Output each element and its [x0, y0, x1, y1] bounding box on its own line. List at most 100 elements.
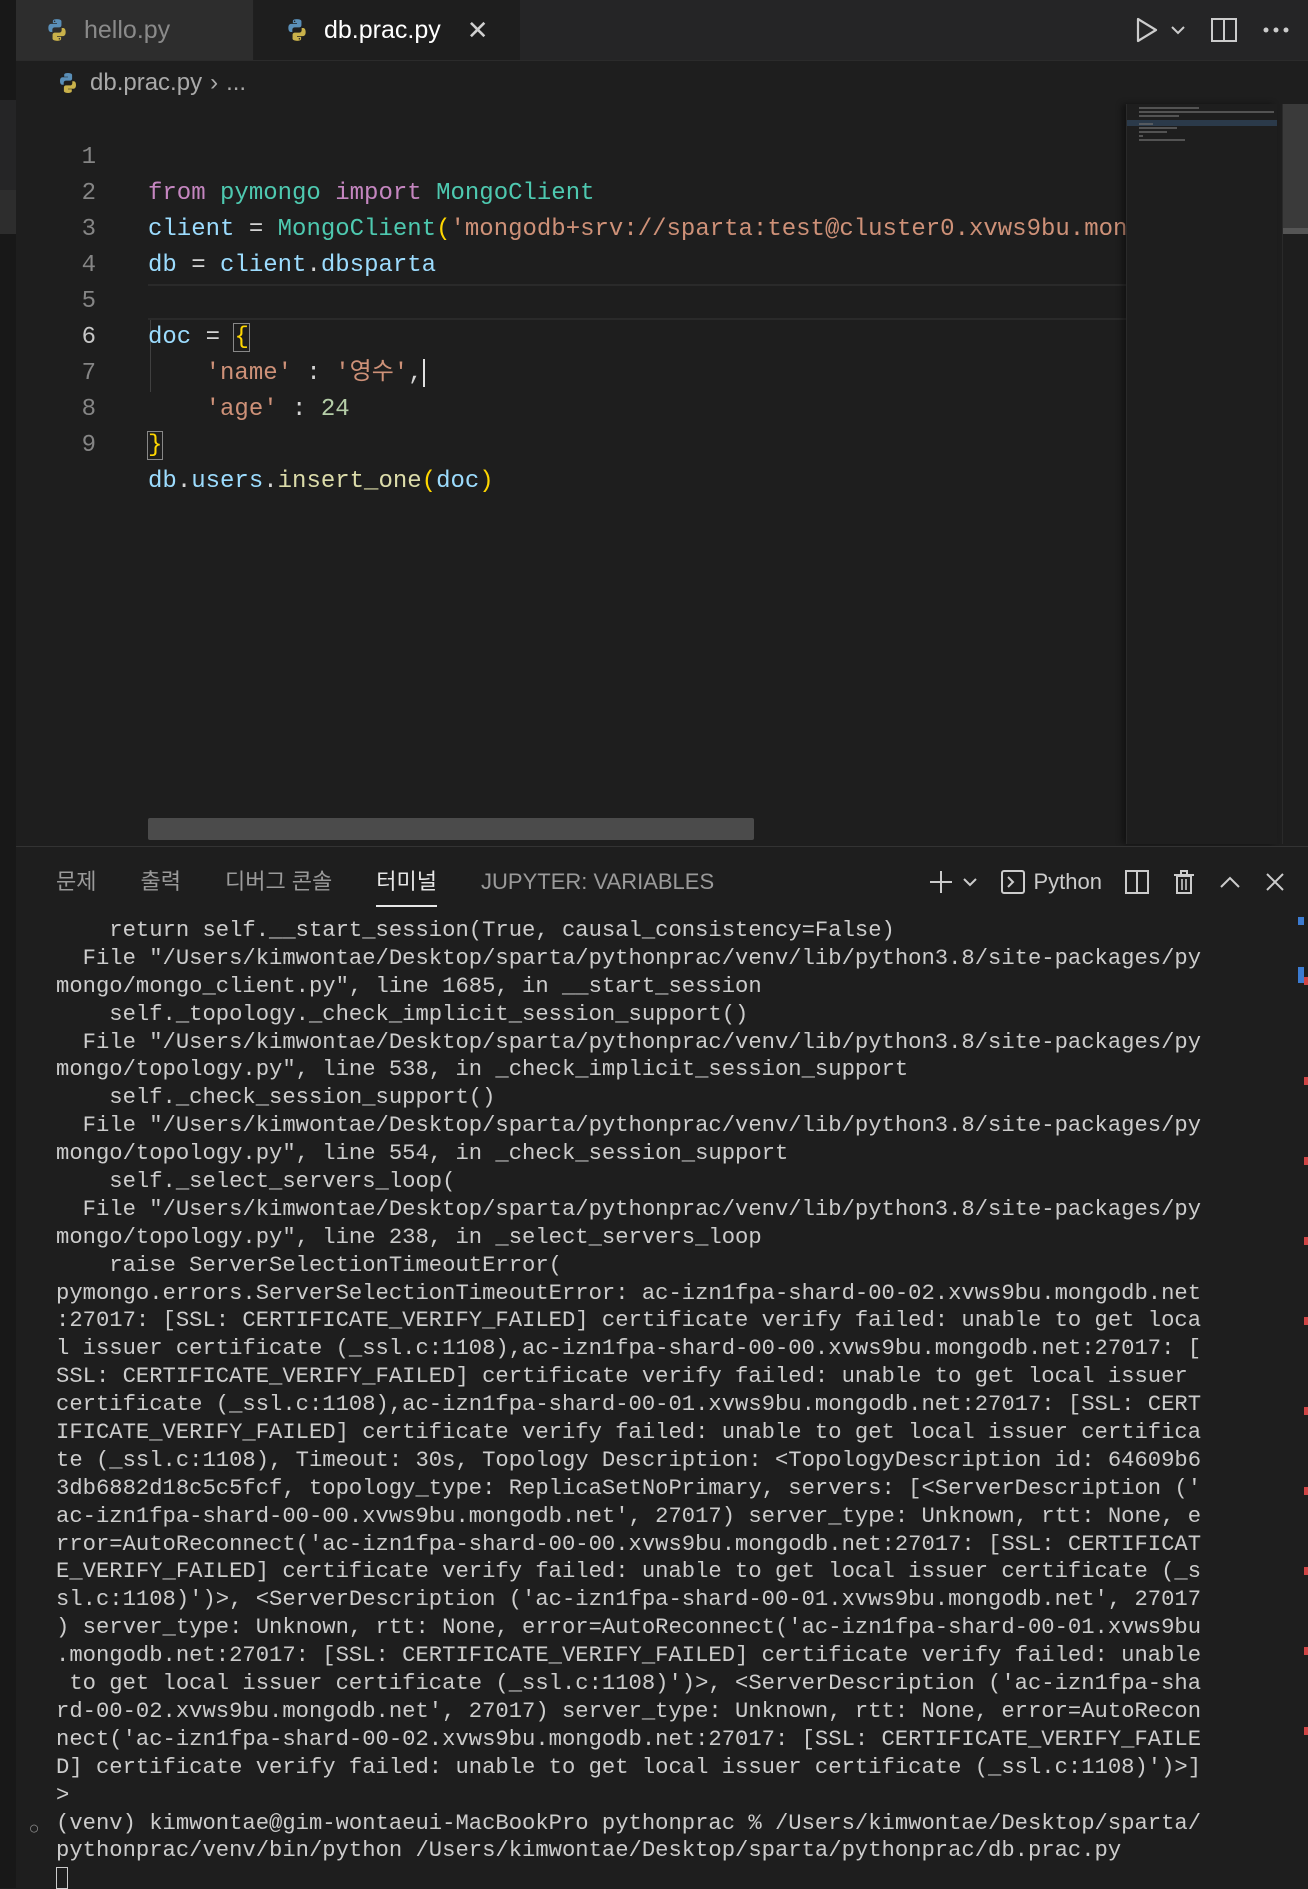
- code-line: 1 from pymongo import MongoClient: [16, 104, 1126, 207]
- scrollbar-marker: [1304, 1727, 1308, 1735]
- code-text: }: [146, 431, 164, 460]
- terminal-line: self._select_servers_loop(: [56, 1169, 456, 1195]
- minimap[interactable]: [1126, 104, 1277, 844]
- new-terminal-button[interactable]: [928, 869, 978, 895]
- more-actions-icon[interactable]: [1262, 25, 1290, 35]
- scrollbar-marker: [1304, 1407, 1308, 1415]
- terminal-cursor: [56, 1867, 68, 1889]
- activity-bar-edge: [0, 0, 16, 1888]
- terminal-line: File "/Users/kimwontae/Desktop/sparta/py…: [56, 1113, 1202, 1139]
- terminal-icon: [1000, 870, 1025, 894]
- terminal-line: ac-izn1fpa-shard-00-00.xvws9bu.mongodb.n…: [56, 1503, 1202, 1529]
- scrollbar-marker: [1304, 977, 1308, 985]
- terminal-profile-label: Python: [1033, 869, 1103, 894]
- terminal-line: E_VERIFY_FAILED] certificate verify fail…: [56, 1559, 1202, 1585]
- code-line: 6 'name' : '영수',: [16, 284, 1126, 387]
- terminal-line: return self.__start_session(True, causal…: [56, 918, 895, 943]
- tab-debug-console[interactable]: 디버그 콘솔: [225, 857, 332, 907]
- tab-jupyter-variables[interactable]: JUPYTER: VARIABLES: [481, 857, 714, 907]
- code-text: db.users.insert_one(doc): [148, 468, 494, 495]
- minimap-line: [1139, 139, 1185, 141]
- python-icon: [48, 19, 66, 41]
- terminal-line: [56, 1865, 1282, 1889]
- terminal-line: (venv) kimwontae@gim-wontaeui-MacBookPro…: [56, 1810, 1202, 1836]
- terminal-line: certificate (_ssl.c:1108),ac-izn1fpa-sha…: [56, 1392, 1202, 1418]
- tab-terminal[interactable]: 터미널: [376, 857, 437, 907]
- code-line: 7 'age' : 24: [16, 320, 1126, 423]
- command-decoration-icon: ○: [28, 1818, 40, 1838]
- terminal-line: D] certificate verify failed: unable to …: [56, 1754, 1202, 1780]
- minimap-line: [1139, 115, 1179, 117]
- minimap-line: [1139, 135, 1143, 137]
- terminal-line: .mongodb.net:27017: [SSL: CERTIFICATE_VE…: [56, 1643, 1202, 1669]
- terminal-line: mongo/topology.py", line 238, in _select…: [56, 1224, 762, 1250]
- terminal-line: self._check_session_support(): [56, 1085, 496, 1111]
- terminal-line: raise ServerSelectionTimeoutError(: [56, 1252, 562, 1278]
- terminal-line: >: [56, 1782, 70, 1808]
- terminal-line: ) server_type: Unknown, rtt: None, error…: [56, 1615, 1202, 1641]
- terminal-line: mongo/topology.py", line 554, in _check_…: [56, 1141, 789, 1167]
- close-icon[interactable]: [1264, 871, 1286, 893]
- breadcrumb-file[interactable]: db.prac.py: [90, 69, 202, 97]
- terminal-line: pymongo.errors.ServerSelectionTimeoutErr…: [56, 1280, 1202, 1306]
- scrollbar-marker: [1304, 1237, 1308, 1245]
- tab-db-prac-py[interactable]: db.prac.py ✕: [254, 0, 520, 60]
- tab-problems[interactable]: 문제: [56, 857, 96, 907]
- scrollbar-marker: [1298, 917, 1304, 925]
- code-editor[interactable]: 1 from pymongo import MongoClient 2 clie…: [16, 104, 1126, 844]
- scrollbar-marker: [1304, 1487, 1308, 1495]
- trash-icon[interactable]: [1172, 869, 1196, 895]
- minimap-line: [1139, 107, 1199, 109]
- breadcrumb-more[interactable]: ...: [226, 69, 246, 97]
- tab-output[interactable]: 출력: [140, 857, 180, 907]
- terminal-line: l issuer certificate (_ssl.c:1108),ac-iz…: [56, 1336, 1202, 1362]
- python-icon: [288, 19, 306, 41]
- horizontal-scrollbar[interactable]: [148, 818, 754, 840]
- chevron-down-icon[interactable]: [1170, 24, 1186, 36]
- run-icon[interactable]: [1134, 16, 1160, 44]
- terminal-line: to get local issuer certificate (_ssl.c:…: [56, 1671, 1202, 1697]
- code-line: 4: [16, 212, 1126, 279]
- terminal-line: File "/Users/kimwontae/Desktop/sparta/py…: [56, 1029, 1202, 1055]
- terminal-line: rd-00-02.xvws9bu.mongodb.net', 27017) se…: [56, 1698, 1202, 1724]
- line-number: 9: [81, 432, 96, 459]
- minimap-line: [1139, 131, 1167, 133]
- terminal-line: mongo/topology.py", line 538, in _check_…: [56, 1057, 909, 1083]
- code-line: 3 db = client.dbsparta: [16, 176, 1126, 279]
- panel-actions: Python: [928, 857, 1287, 907]
- tab-hello-py[interactable]: hello.py: [16, 0, 254, 60]
- terminal-line: :27017: [SSL: CERTIFICATE_VERIFY_FAILED]…: [56, 1308, 1202, 1334]
- code-line: 8 }: [16, 356, 1126, 460]
- plus-icon: [929, 871, 952, 893]
- terminal-line: te (_ssl.c:1108), Timeout: 30s, Topology…: [56, 1447, 1202, 1473]
- scrollbar-marker: [1304, 1077, 1308, 1085]
- terminal-line: 3db6882d18c5c5fcf, topology_type: Replic…: [56, 1475, 1202, 1501]
- terminal-output[interactable]: return self.__start_session(True, causal…: [56, 917, 1282, 1889]
- scrollbar-marker: [1304, 1157, 1308, 1165]
- split-terminal-icon[interactable]: [1124, 869, 1150, 895]
- code-line: 5 doc = {: [16, 248, 1126, 352]
- chevron-up-icon[interactable]: [1218, 874, 1242, 890]
- minimap-line: [1139, 123, 1153, 125]
- terminal-profile[interactable]: Python: [1000, 869, 1103, 895]
- code-line: 2 client = MongoClient('mongodb+srv://sp…: [16, 140, 1126, 243]
- vertical-scrollbar[interactable]: [1282, 104, 1308, 844]
- bottom-panel: 문제 출력 디버그 콘솔 터미널 JUPYTER: VARIABLES Pyth…: [16, 846, 1308, 1889]
- terminal-line: sl.c:1108)')>, <ServerDescription ('ac-i…: [56, 1587, 1202, 1613]
- terminal-scrollbar[interactable]: [1282, 907, 1308, 1889]
- close-icon[interactable]: ✕: [467, 15, 489, 46]
- scrollbar-thumb[interactable]: [1283, 104, 1308, 232]
- code-line: 9 db.users.insert_one(doc): [16, 392, 1126, 495]
- terminal-line: File "/Users/kimwontae/Desktop/sparta/py…: [56, 945, 1202, 971]
- split-editor-icon[interactable]: [1210, 17, 1238, 43]
- scrollbar-marker: [1304, 1317, 1308, 1325]
- terminal-line: rror=AutoReconnect('ac-izn1fpa-shard-00-…: [56, 1531, 1202, 1557]
- terminal-line: File "/Users/kimwontae/Desktop/sparta/py…: [56, 1196, 1202, 1222]
- tab-label: db.prac.py: [324, 15, 441, 44]
- chevron-right-icon: ›: [210, 69, 219, 96]
- terminal-line: IFICATE_VERIFY_FAILED] certificate verif…: [56, 1420, 1202, 1446]
- editor-actions: [1134, 0, 1290, 60]
- breadcrumb: db.prac.py › ...: [56, 66, 246, 100]
- activity-bar-mark: [0, 190, 16, 234]
- terminal-line: pythonprac/venv/bin/python /Users/kimwon…: [56, 1838, 1122, 1864]
